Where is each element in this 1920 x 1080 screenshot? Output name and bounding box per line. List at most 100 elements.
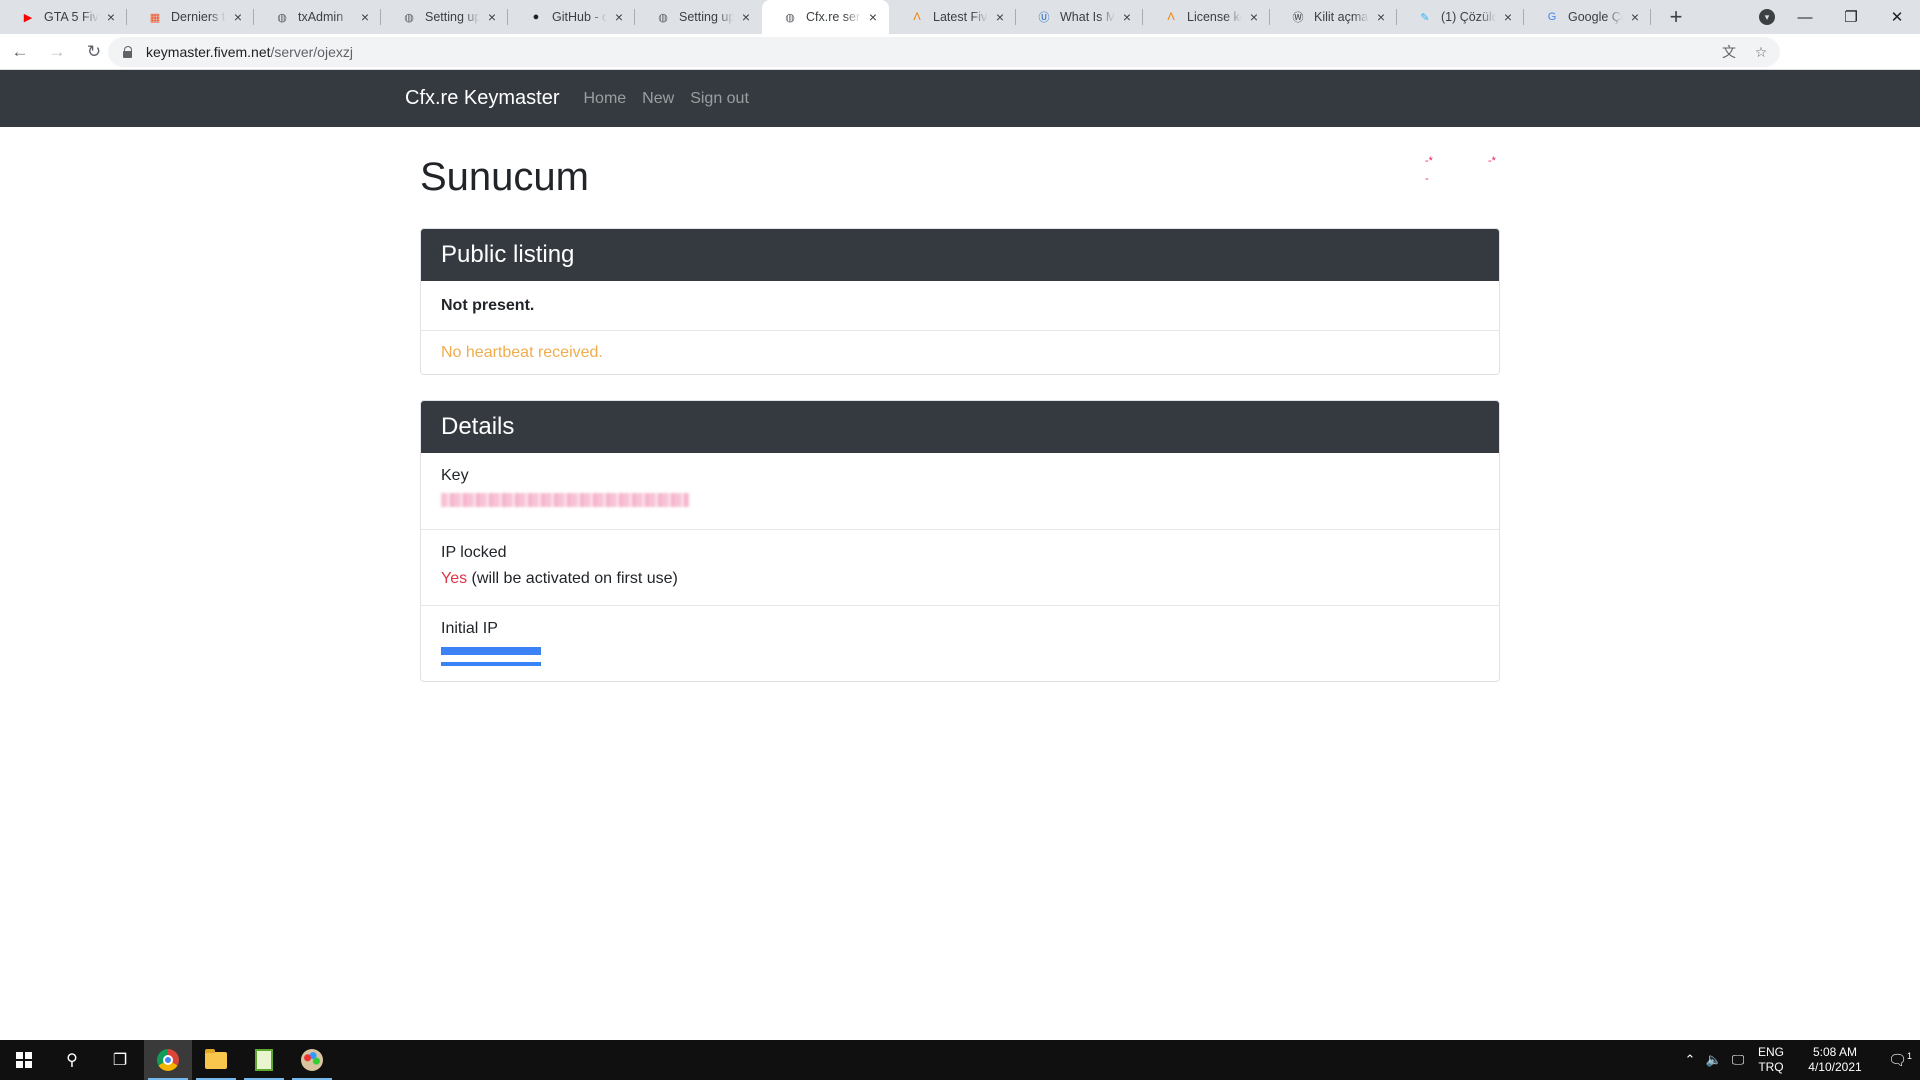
close-tab-icon[interactable]: × (357, 9, 373, 25)
arrow-right-icon: → (48, 41, 66, 61)
url-path: /server/ojexzj (270, 44, 353, 60)
close-tab-icon[interactable]: × (1627, 9, 1643, 25)
taskbar-paint[interactable] (288, 1040, 336, 1080)
close-tab-icon[interactable]: × (1246, 9, 1262, 25)
browser-tab[interactable]: Λ License key × (1143, 0, 1270, 34)
close-tab-icon[interactable]: × (1119, 9, 1135, 25)
browser-tab[interactable]: Ⓦ Kilit açma işlemi × (1270, 0, 1397, 34)
reload-button[interactable]: ↻ (77, 35, 111, 69)
wordpress-icon: Ⓦ (1292, 12, 1304, 24)
globe-icon: ◍ (404, 11, 414, 24)
nav-sign-out-link[interactable]: Sign out (690, 90, 749, 108)
tab-title: GitHub - citizenfx (552, 10, 607, 24)
close-tab-icon[interactable]: × (738, 9, 754, 25)
notification-count: 1 (1907, 1051, 1913, 1061)
youtube-icon: ▶ (23, 11, 33, 24)
browser-tab[interactable]: ● GitHub - citizenfx × (508, 0, 635, 34)
new-tab-button[interactable]: + (1659, 0, 1693, 34)
tab-title: Google Çeviri (1568, 10, 1623, 24)
github-icon: ● (532, 11, 540, 23)
detail-key: Key (421, 453, 1499, 529)
browser-tab[interactable]: ◍ Setting up a server × (635, 0, 762, 34)
globe-icon: ◍ (277, 11, 287, 24)
details-card: Details Key IP locked Yes (will be activ… (420, 400, 1500, 682)
minimize-button[interactable]: — (1782, 0, 1828, 34)
detail-ip-locked: IP locked Yes (will be activated on firs… (421, 529, 1499, 605)
bookmark-star-icon[interactable]: ☆ (1752, 43, 1770, 61)
chevron-down-icon: ▾ (1759, 9, 1775, 25)
browser-tab[interactable]: Ⓤ What Is My IP × (1016, 0, 1143, 34)
tab-search-button[interactable]: ▾ (1752, 0, 1782, 34)
lock-icon[interactable] (122, 46, 134, 58)
browser-tab[interactable]: ◍ Cfx.re server × (762, 0, 889, 34)
ip-locked-value: Yes (441, 570, 468, 587)
taskbar-notepad[interactable] (240, 1040, 288, 1080)
key-label: Key (441, 467, 469, 484)
decorative-mark: - (1425, 173, 1429, 185)
decorative-mark: -* (1425, 155, 1433, 167)
notification-icon: 🗨 (1887, 1052, 1908, 1069)
close-tab-icon[interactable]: × (865, 9, 881, 25)
tab-title: Cfx.re server (806, 10, 861, 24)
nav-new-link[interactable]: New (642, 90, 674, 108)
close-tab-icon[interactable]: × (992, 9, 1008, 25)
windows-icon: ▦ (149, 11, 161, 24)
browser-tab[interactable]: ◍ txAdmin × (254, 0, 381, 34)
close-tab-icon[interactable]: × (484, 9, 500, 25)
volume-muted-icon[interactable]: 🔈 (1702, 1052, 1726, 1068)
forward-button[interactable]: → (40, 35, 74, 69)
network-icon[interactable]: 🖵 (1726, 1052, 1750, 1068)
close-window-button[interactable]: ✕ (1874, 0, 1920, 34)
input-language[interactable]: ENG TRQ (1758, 1045, 1784, 1075)
restore-button[interactable]: ❐ (1828, 0, 1874, 34)
search-button[interactable]: ⚲ (48, 1040, 96, 1080)
initial-ip-redacted (441, 646, 541, 668)
taskbar-chrome[interactable] (144, 1040, 192, 1080)
reload-icon: ↻ (86, 41, 102, 61)
browser-tab-strip: ▶GTA 5 FiveM×▦Derniers téléchargements×◍… (0, 0, 1920, 34)
address-bar[interactable]: keymaster.fivem.net/server/ojexzj ⽂ ☆ (108, 37, 1780, 67)
globe-icon: ◍ (658, 11, 668, 24)
chevron-up-icon[interactable]: ⌃ (1678, 1052, 1702, 1068)
notifications-button[interactable]: 🗨1 (1880, 1051, 1920, 1069)
translate-icon[interactable]: ⽂ (1720, 43, 1738, 61)
windows-logo-icon (16, 1052, 32, 1068)
close-tab-icon[interactable]: × (230, 9, 246, 25)
detail-initial-ip: Initial IP (421, 605, 1499, 681)
lambda-icon: Λ (913, 11, 921, 23)
start-button[interactable] (0, 1040, 48, 1080)
taskbar-file-explorer[interactable] (192, 1040, 240, 1080)
paint-icon (301, 1049, 323, 1071)
back-button[interactable]: ← (3, 35, 37, 69)
site-brand[interactable]: Cfx.re Keymaster (405, 87, 559, 110)
ip-icon: Ⓤ (1038, 12, 1050, 24)
close-tab-icon[interactable]: × (611, 9, 627, 25)
initial-ip-label: Initial IP (441, 620, 498, 637)
globe-icon: ◍ (785, 11, 795, 24)
close-tab-icon[interactable]: × (1500, 9, 1516, 25)
arrow-left-icon: ← (11, 41, 29, 61)
browser-tab[interactable]: ▦ Derniers téléchargements × (127, 0, 254, 34)
browser-tab[interactable]: Λ Latest FiveM × (889, 0, 1016, 34)
details-header: Details (421, 401, 1499, 453)
browser-tab[interactable]: ▶ GTA 5 FiveM × (0, 0, 127, 34)
site-navbar: Cfx.re Keymaster Home New Sign out (0, 70, 1920, 127)
browser-tab[interactable]: ◍ Setting up a server × (381, 0, 508, 34)
close-tab-icon[interactable]: × (103, 9, 119, 25)
public-listing-header: Public listing (421, 229, 1499, 281)
browser-tab[interactable]: G Google Çeviri × (1524, 0, 1651, 34)
clock[interactable]: 5:08 AM 4/10/2021 (1800, 1045, 1870, 1075)
browser-tab[interactable]: ✎ (1) Çözüldü × (1397, 0, 1524, 34)
tab-title: GTA 5 FiveM (44, 10, 99, 24)
heartbeat-warning: No heartbeat received. (421, 330, 1499, 374)
folder-icon (205, 1048, 227, 1069)
public-listing-card: Public listing Not present. No heartbeat… (420, 228, 1500, 375)
task-view-button[interactable]: ❐ (96, 1040, 144, 1080)
close-tab-icon[interactable]: × (1373, 9, 1389, 25)
tab-title: Latest FiveM (933, 10, 988, 24)
page-title: Sunucum (420, 155, 589, 199)
tab-title: Derniers téléchargements (171, 10, 226, 24)
search-icon: ⚲ (66, 1052, 78, 1069)
chrome-icon (157, 1049, 179, 1071)
nav-home-link[interactable]: Home (583, 90, 626, 108)
